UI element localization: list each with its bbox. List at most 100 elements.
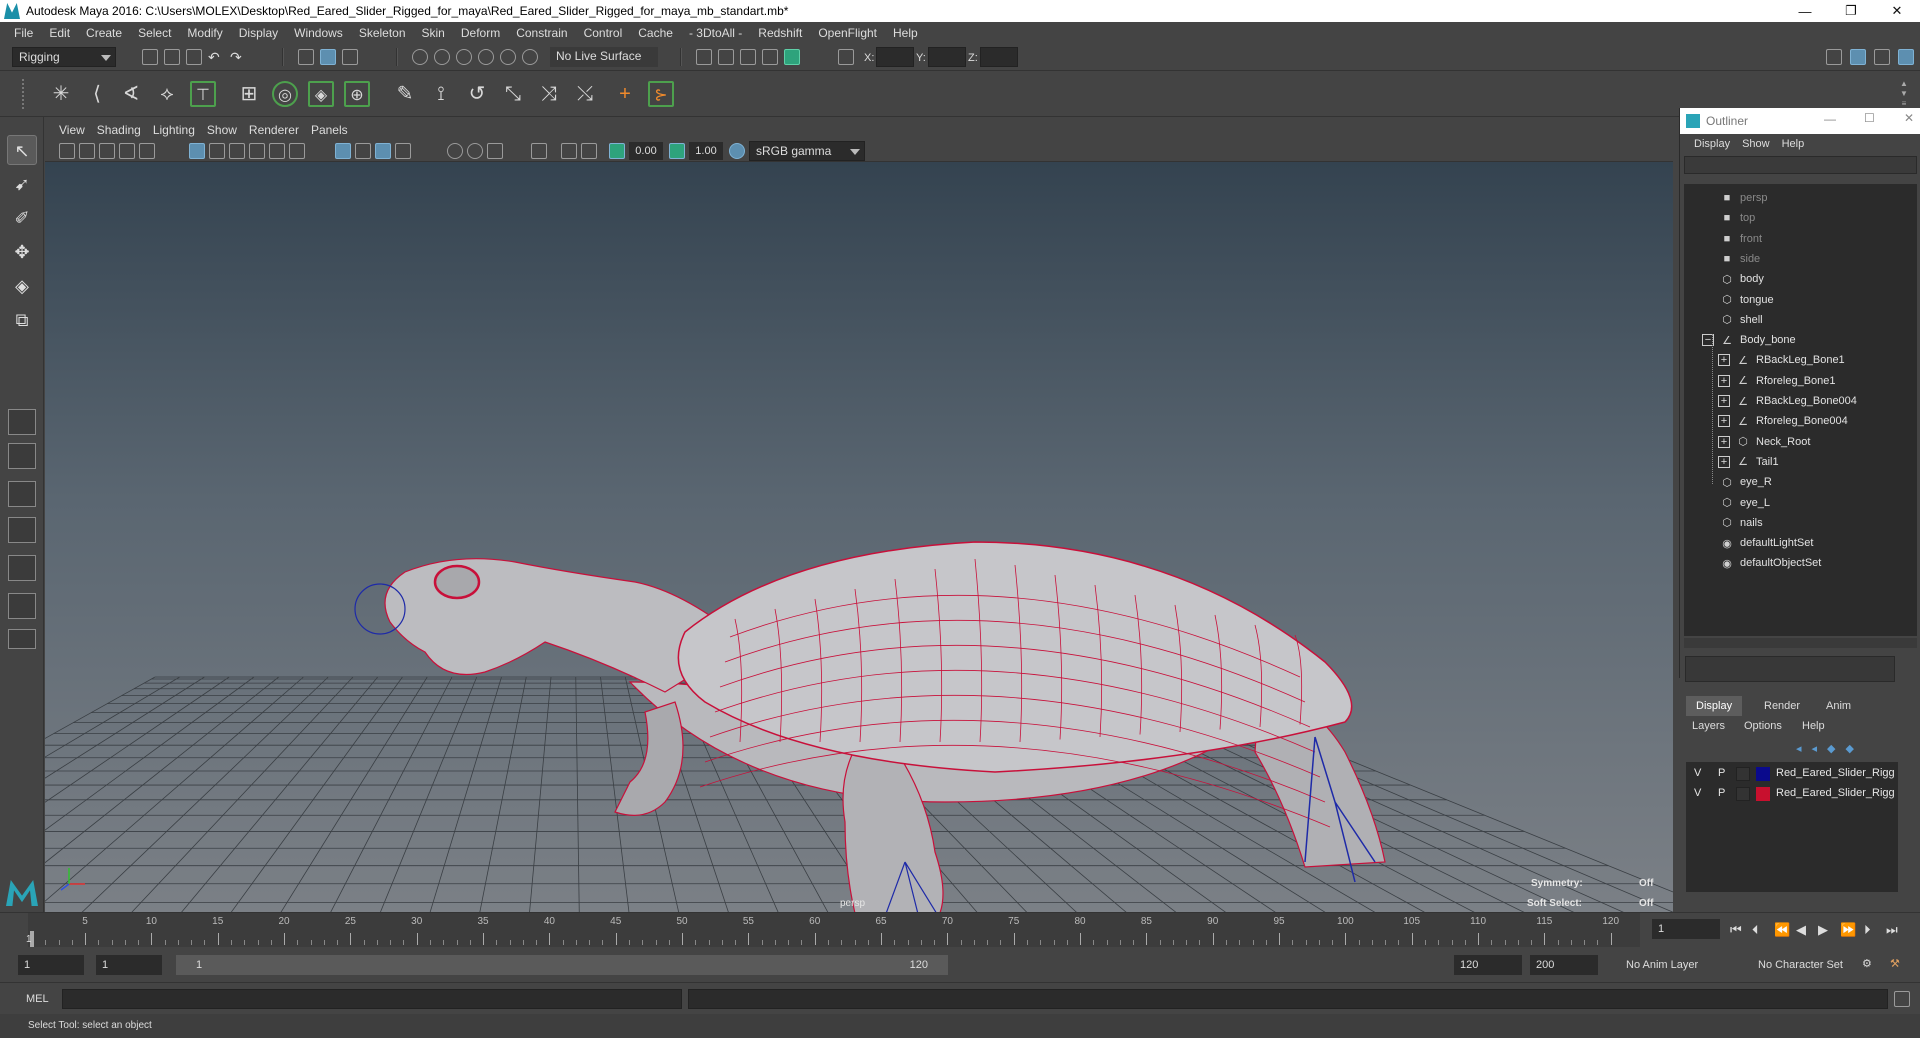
menu-openflight[interactable]: OpenFlight [810,26,885,40]
outliner-item[interactable]: + ∠ Tail1 [1718,452,1779,472]
character-set-dropdown[interactable]: No Character Set [1752,955,1860,975]
grid-toggle-icon[interactable] [139,143,155,159]
expand-icon[interactable]: + [1718,374,1730,387]
outliner-close-button[interactable]: ✕ [1904,111,1914,125]
outliner-item[interactable]: ■ persp [1720,188,1768,208]
color-management-icon[interactable] [729,143,745,159]
scale-constraint-icon[interactable]: ⤡ [500,81,526,107]
single-perspective-layout-icon[interactable] [8,409,36,435]
menu-modify[interactable]: Modify [179,26,230,40]
textured-icon[interactable] [355,143,371,159]
snap-view-icon[interactable] [478,49,494,65]
menu-file[interactable]: File [6,26,41,40]
step-back-icon[interactable]: ⏴ [1752,922,1759,938]
outliner-maximize-button[interactable]: ☐ [1864,111,1875,125]
use-all-lights-icon[interactable] [375,143,391,159]
pole-vector-icon[interactable]: ⤯ [572,81,598,107]
snap-grid-icon[interactable] [412,49,428,65]
smooth-bind-icon[interactable]: ⊞ [236,81,262,107]
outliner-item[interactable]: ⬡ nails [1720,513,1762,533]
outliner-item[interactable]: + ⬡ Neck_Root [1718,432,1810,452]
outliner-item[interactable]: ■ top [1720,208,1756,228]
resolution-gate-icon[interactable] [229,143,245,159]
hypershade-icon[interactable] [784,49,800,65]
cluster-icon[interactable]: ◈ [308,81,334,107]
viewport-menu-renderer[interactable]: Renderer [243,123,305,137]
y-coord-field[interactable] [928,47,966,67]
move-tool-icon[interactable]: ✥ [7,237,37,267]
expand-icon[interactable]: + [1718,455,1730,468]
perspective-viewport[interactable]: persp Symmetry: Off Soft Select: Off [45,162,1673,912]
layer-color-swatch[interactable] [1756,787,1770,801]
playback-toggle[interactable]: P [1718,767,1725,779]
menu-windows[interactable]: Windows [286,26,351,40]
field-chart-icon[interactable] [269,143,285,159]
insert-joint-icon[interactable]: ⟨ [84,81,110,107]
ik-spline-icon[interactable]: ⟡ [154,81,180,107]
tool-settings-icon[interactable] [1874,49,1890,65]
image-plane-icon[interactable] [119,143,135,159]
joint-tool-icon[interactable]: ✳ [48,81,74,107]
custom-layout-icon[interactable] [8,629,36,649]
script-editor-icon[interactable] [1894,991,1910,1007]
shelf-scroll-arrows[interactable]: ▲ ▼ ≡ [1898,79,1910,109]
playback-toggle[interactable]: P [1718,787,1725,799]
outliner-item[interactable]: ⬡ tongue [1720,290,1773,310]
expand-icon[interactable]: + [1718,415,1730,428]
range-slider-bar[interactable]: 1 120 [176,955,948,975]
menu-constrain[interactable]: Constrain [508,26,575,40]
outliner-item[interactable]: + ∠ Rforeleg_Bone004 [1718,411,1848,431]
ipr-render-icon[interactable] [740,49,756,65]
parent-constraint-icon[interactable]: ⤨ [536,81,562,107]
menu-create[interactable]: Create [78,26,130,40]
play-forward-icon[interactable]: ▶ [1818,922,1828,938]
persp-outliner-layout-icon[interactable] [8,481,36,507]
wrap-icon[interactable]: ⊕ [344,81,370,107]
outliner-item[interactable]: ◉ defaultLightSet [1720,533,1813,553]
gamma-field[interactable]: 1.00 [689,142,723,160]
wireframe-on-shaded-icon[interactable] [189,143,205,159]
x-coord-field[interactable] [876,47,914,67]
maximize-button[interactable]: ❐ [1828,0,1874,22]
outliner-item[interactable]: + ∠ RBackLeg_Bone004 [1718,391,1857,411]
step-forward-icon[interactable]: ⏵ [1864,922,1871,938]
lattice-icon[interactable]: ◎ [272,81,298,107]
layer-tab-display[interactable]: Display [1686,696,1743,716]
shadows-icon[interactable] [395,143,411,159]
bind-skin-icon[interactable]: ⊤ [190,81,216,107]
motion-blur-icon[interactable] [467,143,483,159]
orient-constraint-icon[interactable]: ↺ [464,81,490,107]
menu-3dtoall[interactable]: - 3DtoAll - [681,26,750,40]
attribute-editor-icon[interactable] [1850,49,1866,65]
outliner-minimize-button[interactable]: — [1824,112,1836,126]
live-surface-field[interactable]: No Live Surface [550,47,658,67]
xray-joints-icon[interactable] [581,143,597,159]
set-driven-key-icon[interactable]: ⊱ [648,81,674,107]
reference-toggle[interactable] [1736,787,1750,801]
select-tool-icon[interactable]: ↖ [7,135,37,165]
camera-attributes-icon[interactable] [79,143,95,159]
outliner-menu-help[interactable]: Help [1776,138,1811,150]
menu-display[interactable]: Display [231,26,286,40]
layer-arrange-icons[interactable]: ◂◂◆◆ [1796,742,1864,755]
go-to-end-icon[interactable]: ⏭ [1886,922,1898,938]
lasso-tool-icon[interactable]: ➹ [7,169,37,199]
menu-skeleton[interactable]: Skeleton [351,26,414,40]
smooth-shade-icon[interactable] [335,143,351,159]
menu-deform[interactable]: Deform [453,26,508,40]
z-coord-field[interactable] [980,47,1018,67]
four-view-layout-icon[interactable] [8,443,36,469]
step-forward-key-icon[interactable]: ⏩ [1840,922,1856,938]
redo-icon[interactable]: ↷ [230,49,246,65]
viewport-menu-shading[interactable]: Shading [91,123,147,137]
menu-control[interactable]: Control [576,26,631,40]
expand-icon[interactable]: + [1718,435,1730,448]
select-component-icon[interactable] [342,49,358,65]
film-gate-icon[interactable] [209,143,225,159]
outliner-item[interactable]: ■ front [1720,229,1762,249]
outliner-item[interactable]: + ∠ Rforeleg_Bone1 [1718,371,1836,391]
viewport-menu-view[interactable]: View [53,123,91,137]
current-frame-field[interactable]: 1 [1652,919,1720,939]
playback-start-field[interactable]: 1 [96,955,162,975]
hypershade-layout-icon[interactable] [8,593,36,619]
